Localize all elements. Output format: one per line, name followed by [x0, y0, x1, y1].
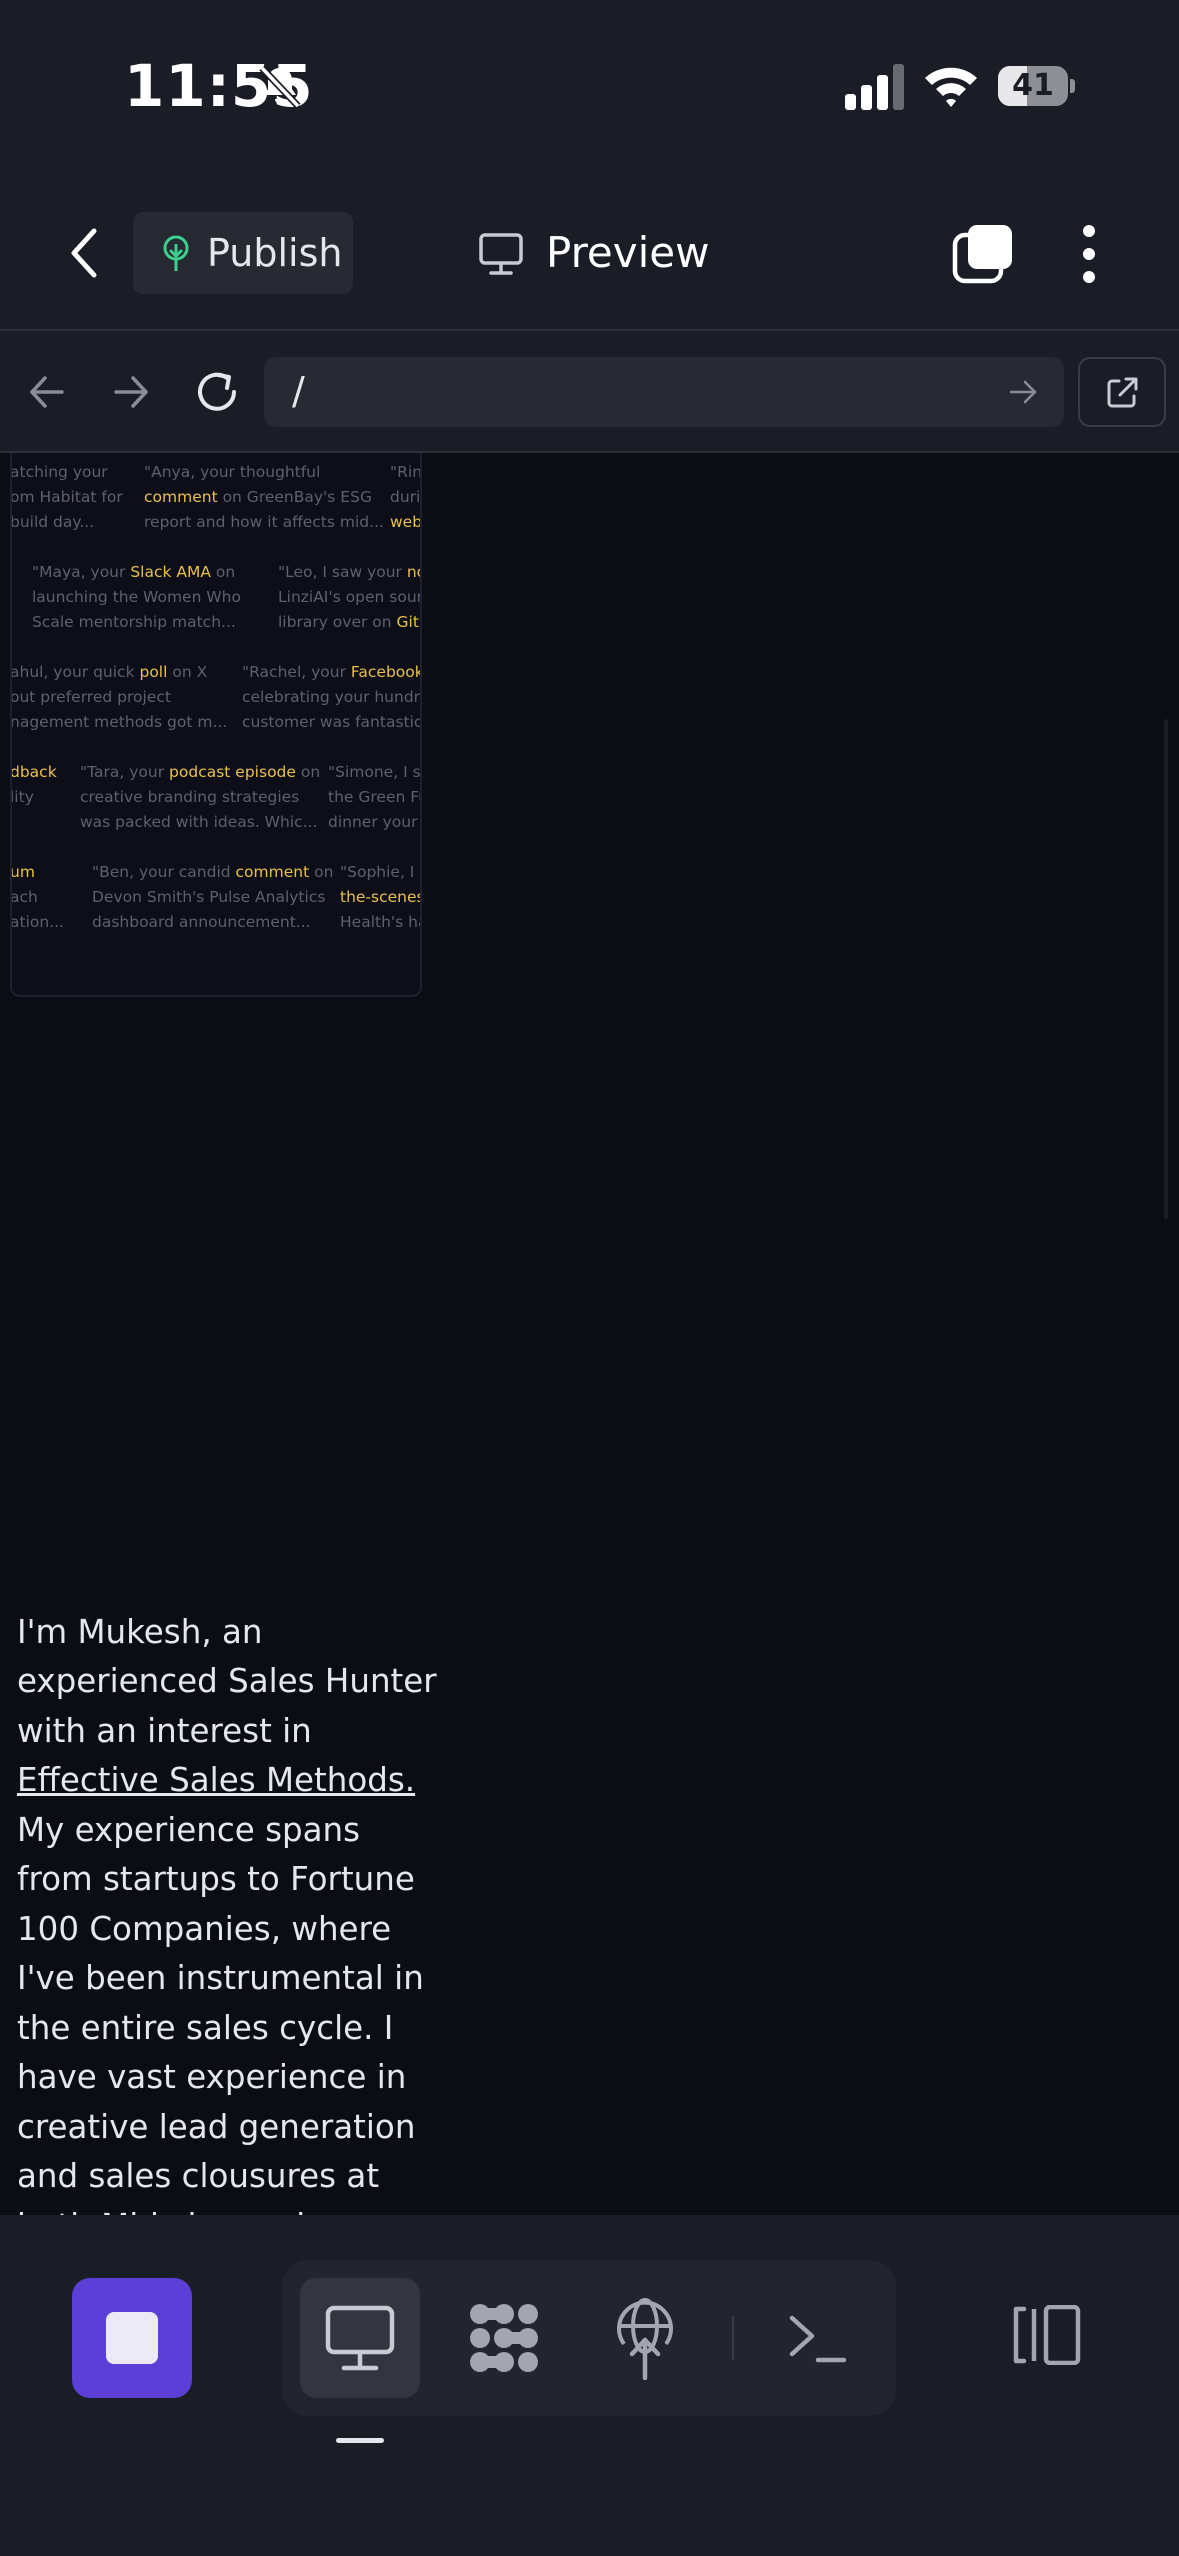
testimonial-line: dback [12, 760, 57, 785]
testimonial-line: "Tara, your podcast episode on [80, 763, 321, 781]
testimonial-line: the Green Fu [328, 788, 422, 806]
testimonial-line: "Maya, your Slack AMA on [32, 563, 236, 581]
preview-content: atching your om Habitat for build day... "… [0, 453, 1179, 2215]
testimonial-line: customer was fantastic.... [242, 713, 422, 731]
stop-icon [106, 2312, 158, 2364]
testimonial-line: webi [390, 510, 420, 535]
testimonials-card: atching your om Habitat for build day... "… [10, 453, 422, 997]
testimonial-line: Devon Smith's Pulse Analytics [92, 888, 326, 906]
testimonial-line: library over on GitHu [278, 610, 420, 635]
testimonial-highlight[interactable]: comment [144, 488, 218, 506]
testimonial-highlight[interactable]: dback [12, 763, 57, 781]
workflow-icon[interactable] [466, 2302, 542, 2374]
testimonial-line: Scale mentorship match... [32, 613, 236, 631]
home-indicator [336, 2438, 384, 2443]
browser-bar: / [0, 331, 1179, 451]
testimonial-line: dashboard announcement... [92, 913, 311, 931]
battery-icon: 41 [998, 66, 1076, 106]
signal-icon [845, 64, 904, 110]
monitor-icon [479, 233, 523, 275]
testimonial-line: comment on GreenBay's ESG [144, 488, 372, 506]
testimonial-line: ation... [10, 913, 64, 931]
testimonial-line: "Leo, I saw your note [278, 560, 420, 585]
testimonial-line: om Habitat for [10, 488, 123, 506]
testimonial-line: celebrating your hundred [242, 688, 422, 706]
testimonial-highlight[interactable]: the-scenes [340, 888, 420, 906]
arrow-right-icon[interactable] [112, 373, 150, 411]
scrollbar[interactable] [1164, 719, 1168, 1219]
testimonial-line: the-scenes [340, 885, 420, 910]
tool-divider [732, 2316, 734, 2360]
testimonial-line: "Simone, I saw [328, 763, 421, 781]
testimonial-highlight[interactable]: note [407, 563, 420, 581]
publish-button[interactable]: Publish [133, 212, 353, 294]
testimonial-highlight[interactable]: poll [139, 663, 167, 681]
tool-switcher [282, 2260, 896, 2416]
testimonial-highlight[interactable]: comment [236, 863, 310, 881]
url-text[interactable]: / [292, 369, 305, 413]
chevron-left-icon[interactable] [62, 225, 110, 281]
testimonial-line: "Sophie, I wa [340, 863, 420, 881]
testimonial-line: ahul, your quick poll on X [10, 663, 208, 681]
testimonial-highlight[interactable]: Facebook po [351, 663, 420, 681]
url-bar[interactable]: / [264, 357, 1064, 427]
stop-button[interactable] [72, 2278, 192, 2398]
bio-intro: I'm Mukesh, an experienced Sales Hunter … [17, 1612, 437, 1750]
bottom-toolbar [0, 2215, 1179, 2556]
reload-icon[interactable] [194, 369, 240, 415]
tree-icon [163, 235, 189, 271]
testimonial-line: um [12, 860, 35, 885]
testimonial-line: creative branding strategies [80, 788, 300, 806]
testimonial-highlight[interactable]: um [12, 863, 35, 881]
testimonial-line: out preferred project [10, 688, 171, 706]
testimonial-line: Health's hac [340, 913, 420, 931]
monitor-icon [325, 2305, 395, 2371]
testimonial-line: "Rachel, your Facebook po [242, 660, 420, 685]
testimonial-highlight[interactable]: GitHu [397, 613, 420, 631]
testimonial-highlight[interactable]: podcast episode [169, 763, 296, 781]
testimonial-line: build day... [10, 513, 95, 531]
arrow-left-icon[interactable] [28, 373, 66, 411]
globe-upload-icon[interactable] [616, 2296, 674, 2380]
go-arrow-icon[interactable] [1008, 377, 1038, 407]
testimonial-line: report and how it affects mid... [144, 513, 384, 531]
testimonial-line: "Anya, your thoughtful [144, 463, 321, 481]
testimonial-line: launching the Women Who [32, 588, 241, 606]
testimonial-highlight[interactable]: webi [390, 513, 420, 531]
battery-level: 41 [1012, 68, 1054, 103]
testimonial-line: atching your [10, 463, 108, 481]
testimonial-line: durin [390, 488, 421, 506]
bell-slash-icon [259, 65, 301, 109]
testimonial-line: lity [10, 788, 34, 806]
tabs-icon[interactable] [952, 223, 1014, 285]
testimonial-highlight[interactable]: Slack AMA [130, 563, 211, 581]
webview-tab[interactable] [300, 2278, 420, 2398]
bio-body: My experience spans from startups to For… [17, 1810, 424, 2216]
status-bar: 11:55 41 [0, 0, 1179, 175]
testimonial-line: ach [10, 888, 38, 906]
external-link-icon [1107, 377, 1138, 408]
more-vertical-icon[interactable] [1078, 223, 1100, 285]
bio-text: I'm Mukesh, an experienced Sales Hunter … [17, 1608, 437, 2216]
wifi-icon [925, 67, 977, 107]
effective-sales-methods-link[interactable]: Effective Sales Methods. [17, 1761, 415, 1799]
testimonial-line: was packed with ideas. Whic... [80, 813, 318, 831]
panel-icon[interactable] [1010, 2305, 1082, 2365]
publish-label: Publish [207, 231, 343, 275]
testimonial-line: dinner your c [328, 813, 422, 831]
testimonial-line: "Rina [390, 463, 422, 481]
testimonial-line: LinziAI's open source [278, 588, 420, 606]
top-toolbar: Publish Preview [0, 175, 1179, 330]
testimonial-line: "Ben, your candid comment on [92, 863, 334, 881]
testimonial-line: nagement methods got m... [10, 713, 228, 731]
terminal-icon[interactable] [788, 2310, 846, 2366]
open-in-new-tab-button[interactable] [1078, 357, 1166, 427]
preview-label: Preview [546, 228, 710, 277]
